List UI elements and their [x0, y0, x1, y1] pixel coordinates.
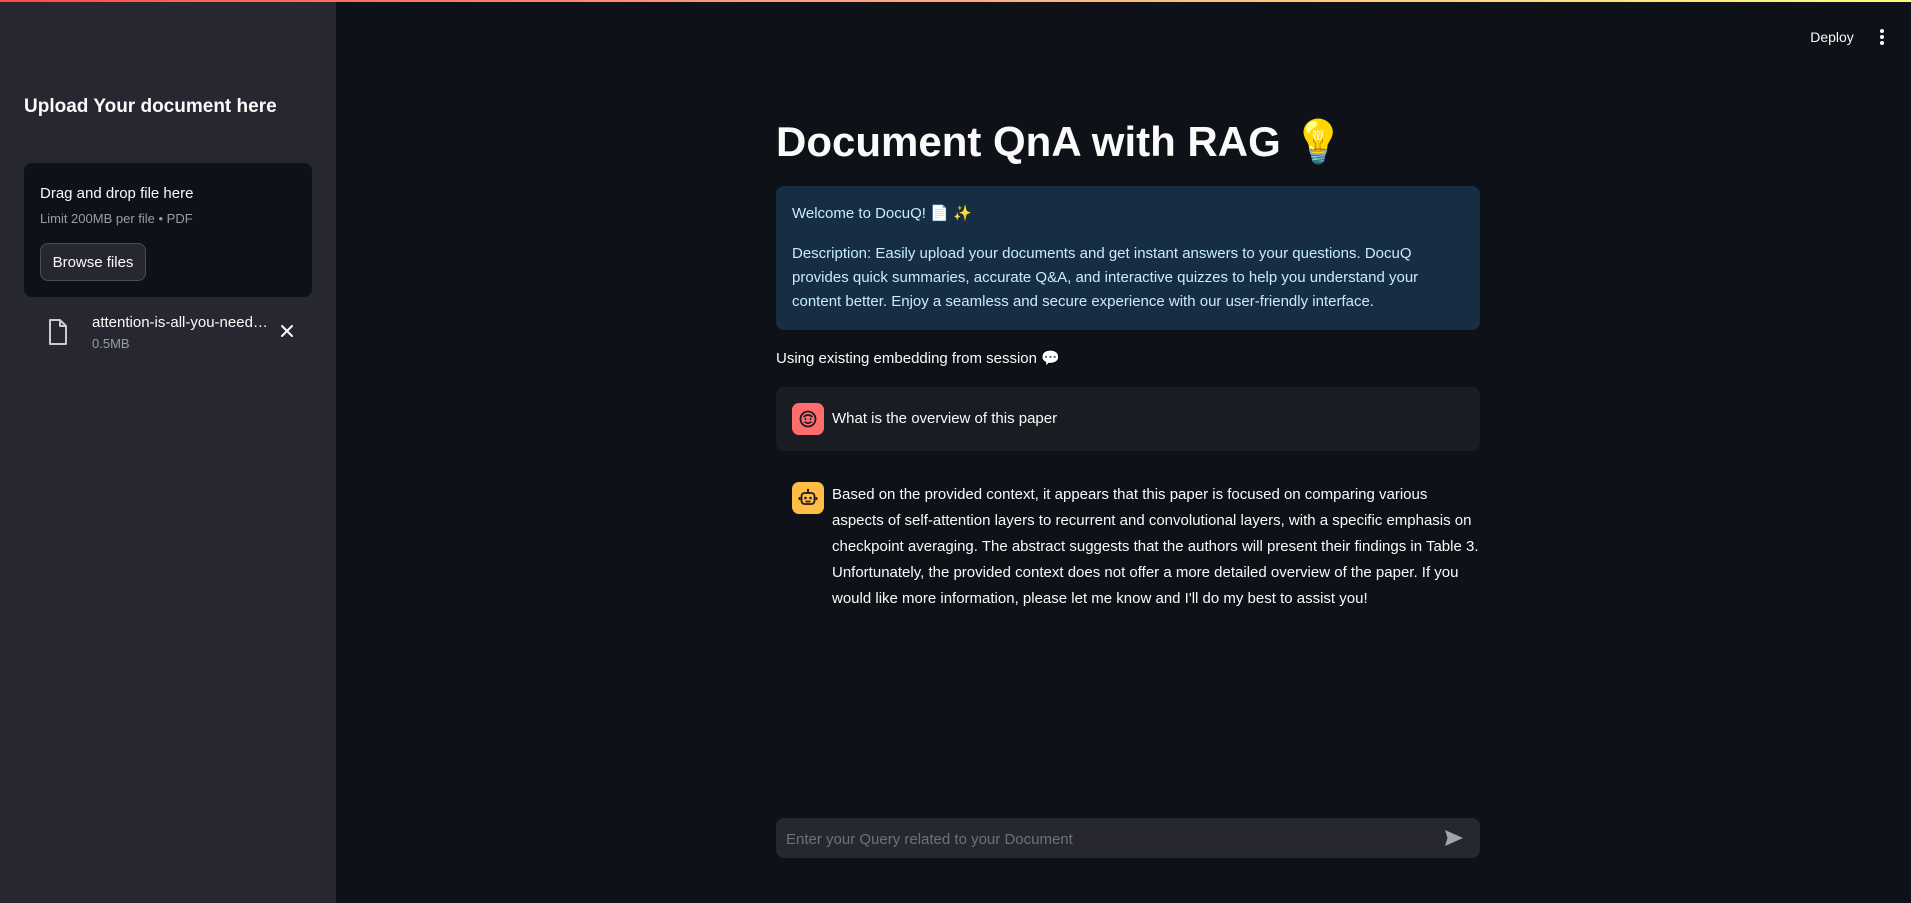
- welcome-text: Welcome to DocuQ! 📄 ✨: [792, 205, 972, 222]
- dropzone-text: Drag and drop file here: [40, 185, 194, 202]
- chat-input[interactable]: [784, 818, 1428, 860]
- user-message-text: What is the overview of this paper: [832, 410, 1058, 427]
- main-menu-button[interactable]: [1870, 24, 1894, 50]
- user-avatar: [792, 403, 824, 435]
- smiley-face-icon: [799, 410, 817, 428]
- send-button[interactable]: [1442, 826, 1466, 850]
- assistant-chat-message: Based on the provided context, it appear…: [776, 482, 1480, 622]
- remove-file-button[interactable]: [276, 320, 298, 342]
- page-title: Document QnA with RAG 💡: [776, 118, 1345, 165]
- robot-icon: [798, 488, 818, 505]
- send-icon: [1445, 830, 1463, 846]
- main-content: Document QnA with RAG 💡 Welcome to DocuQ…: [776, 0, 1480, 903]
- file-icon: [46, 318, 70, 346]
- uploaded-file-item: attention-is-all-you-need… 0.5MB: [24, 310, 312, 354]
- file-dropzone[interactable]: Drag and drop file here Limit 200MB per …: [24, 163, 312, 297]
- sidebar-title: Upload Your document here: [24, 96, 277, 117]
- browse-files-button[interactable]: Browse files: [40, 243, 146, 281]
- assistant-message-text: Based on the provided context, it appear…: [832, 486, 1479, 607]
- info-alert: Welcome to DocuQ! 📄 ✨ Description: Easil…: [776, 186, 1480, 330]
- deploy-button[interactable]: Deploy: [1800, 24, 1864, 50]
- assistant-avatar: [792, 482, 824, 514]
- description-text: Description: Easily upload your document…: [792, 245, 1419, 310]
- close-icon: [281, 325, 293, 337]
- uploaded-file-size: 0.5MB: [92, 336, 130, 351]
- session-status-text: Using existing embedding from session 💬: [776, 350, 1060, 367]
- user-chat-message: What is the overview of this paper: [776, 387, 1480, 451]
- vertical-dots-icon: [1880, 29, 1884, 45]
- uploaded-file-name: attention-is-all-you-need…: [92, 314, 268, 331]
- dropzone-limit: Limit 200MB per file • PDF: [40, 211, 193, 226]
- chat-input-container: [776, 818, 1480, 860]
- sidebar: Upload Your document here Drag and drop …: [0, 2, 336, 903]
